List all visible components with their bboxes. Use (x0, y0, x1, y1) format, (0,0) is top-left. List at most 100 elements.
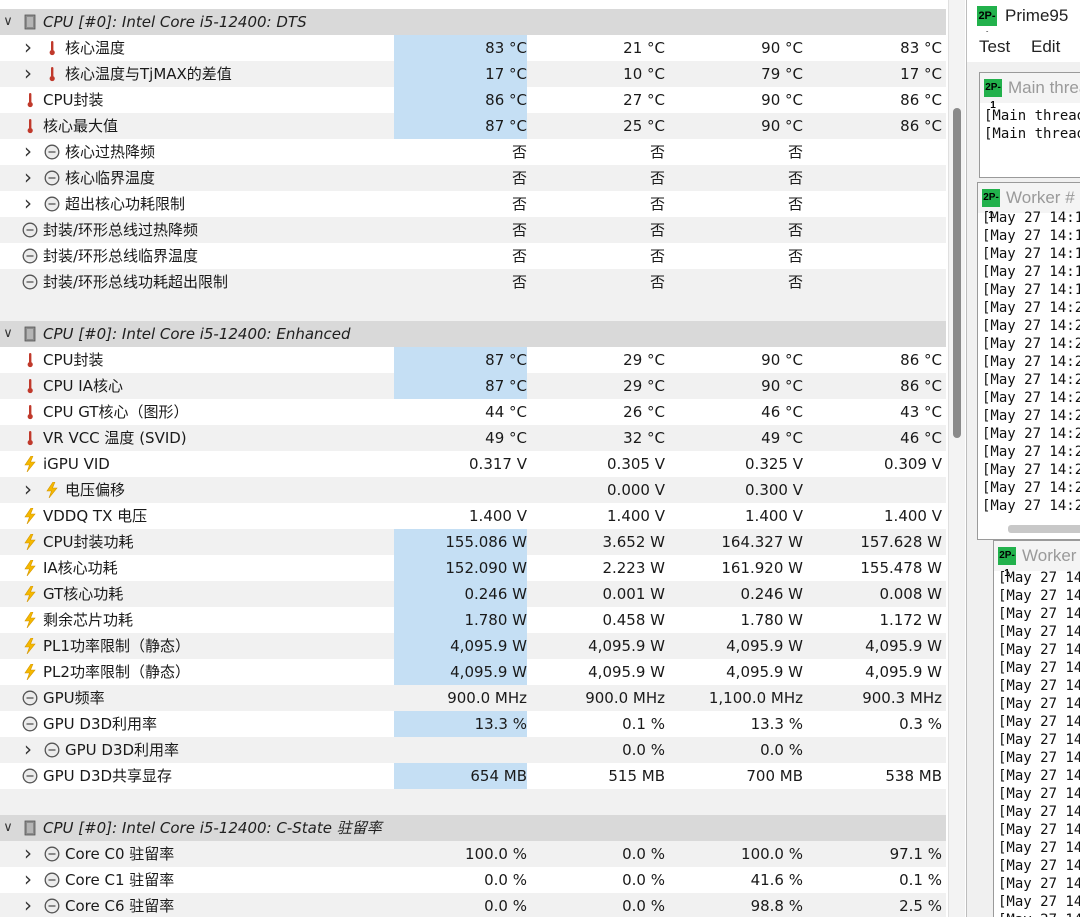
expand-chevron-icon[interactable]: › (20, 191, 36, 217)
sensor-min-value: 0.000 V (607, 481, 665, 499)
lightning-icon (22, 664, 38, 680)
sensor-row[interactable]: › 核心过热降频 否 否 否 (0, 139, 946, 165)
thermometer-icon (22, 378, 38, 394)
sensor-group-header[interactable]: ∨ CPU [#0]: Intel Core i5-12400: DTS (0, 9, 946, 35)
sensor-row[interactable]: GPU频率 900.0 MHz 900.0 MHz 1,100.0 MHz 900.3 … (0, 685, 946, 711)
clock-icon (22, 690, 38, 706)
expand-chevron-icon[interactable]: › (20, 61, 36, 87)
sensor-table-scrollbar[interactable] (948, 0, 965, 917)
sensor-row[interactable]: GPU D3D共享显存 654 MB 515 MB 700 MB 538 MB (0, 763, 946, 789)
sensor-avg-value: 83 °C (900, 39, 942, 57)
log-line: [May 27 14:2 (998, 786, 1080, 802)
sensor-row[interactable]: › 核心温度 83 °C 21 °C 90 °C 83 °C (0, 35, 946, 61)
sensor-avg-value: 86 °C (900, 377, 942, 395)
sensor-row[interactable]: GT核心功耗 0.246 W 0.001 W 0.246 W 0.008 W (0, 581, 946, 607)
sensor-row[interactable]: CPU封装 87 °C 29 °C 90 °C 86 °C (0, 347, 946, 373)
expand-chevron-icon[interactable]: › (20, 477, 36, 503)
clock-icon (22, 222, 38, 238)
prime95-titlebar: 2P-1 Prime95 (967, 0, 1080, 42)
sensor-current-value: 13.3 % (394, 711, 527, 737)
menu-edit[interactable]: Edit (1031, 32, 1060, 62)
sensor-avg-value: 97.1 % (889, 845, 942, 863)
expand-chevron-icon[interactable]: › (20, 867, 36, 893)
sensor-name: 核心温度与TjMAX的差值 (65, 65, 232, 83)
sensor-current-value: 1.780 W (394, 607, 527, 633)
log-line: [May 27 14:1 (998, 750, 1080, 766)
sensor-max-value: 1,100.0 MHz (708, 689, 803, 707)
collapse-chevron-icon[interactable]: ∨ (0, 9, 16, 35)
expand-chevron-icon[interactable]: › (20, 893, 36, 917)
worker1-hscrollbar[interactable] (1008, 525, 1080, 533)
sensor-name: 核心临界温度 (65, 169, 156, 187)
sensor-name: 电压偏移 (65, 481, 126, 499)
prime95-window-icon: 2P-1 (984, 79, 1002, 111)
sensor-row[interactable]: VDDQ TX 电压 1.400 V 1.400 V 1.400 V 1.400 V (0, 503, 946, 529)
sensor-group-title: CPU [#0]: Intel Core i5-12400: C-State 驻… (43, 819, 382, 837)
sensor-row[interactable]: › Core C6 驻留率 0.0 % 0.0 % 98.8 % 2.5 % (0, 893, 946, 917)
sensor-row[interactable]: › 电压偏移 0.000 V 0.300 V (0, 477, 946, 503)
sensor-max-value: 0.246 W (740, 585, 803, 603)
sensor-row[interactable]: › Core C0 驻留率 100.0 % 0.0 % 100.0 % 97.1 % (0, 841, 946, 867)
sensor-row[interactable]: PL1功率限制（静态） 4,095.9 W 4,095.9 W 4,095.9 W 4,… (0, 633, 946, 659)
sensor-avg-value: 2.5 % (899, 897, 942, 915)
expand-chevron-icon[interactable]: › (20, 139, 36, 165)
sensor-row[interactable]: iGPU VID 0.317 V 0.305 V 0.325 V 0.309 V (0, 451, 946, 477)
sensor-current-value: 44 °C (485, 403, 527, 421)
sensor-group-header[interactable]: ∨ CPU [#0]: Intel Core i5-12400: Enhanced (0, 321, 946, 347)
sensor-min-value: 515 MB (608, 767, 665, 785)
log-line: [May 27 14:1 (998, 678, 1080, 694)
worker2-window[interactable]: 2P-1 Worker [May 27 14:1[May 27 14:1[May… (993, 540, 1080, 917)
sensor-row[interactable]: CPU IA核心 87 °C 29 °C 90 °C 86 °C (0, 373, 946, 399)
scrollbar-thumb[interactable] (953, 108, 961, 438)
sensor-row[interactable]: VR VCC 温度 (SVID) 49 °C 32 °C 49 °C 46 °C (0, 425, 946, 451)
sensor-row[interactable]: 剩余芯片功耗 1.780 W 0.458 W 1.780 W 1.172 W (0, 607, 946, 633)
sensor-row[interactable]: CPU封装 86 °C 27 °C 90 °C 86 °C (0, 87, 946, 113)
sensor-current-value: 87 °C (394, 113, 527, 139)
sensor-current-value: 654 MB (394, 763, 527, 789)
sensor-max-value: 41.6 % (750, 871, 803, 889)
sensor-row[interactable]: GPU D3D利用率 13.3 % 0.1 % 13.3 % 0.3 % (0, 711, 946, 737)
sensor-row[interactable]: CPU GT核心（图形） 44 °C 26 °C 46 °C 43 °C (0, 399, 946, 425)
sensor-min-value: 0.001 W (602, 585, 665, 603)
lightning-icon (22, 534, 38, 550)
sensor-avg-value (808, 269, 942, 295)
sensor-row[interactable]: IA核心功耗 152.090 W 2.223 W 161.920 W 155.478 W (0, 555, 946, 581)
sensor-row[interactable]: 封装/环形总线过热降频 否 否 否 (0, 217, 946, 243)
expand-chevron-icon[interactable]: › (20, 737, 36, 763)
sensor-min-value: 900.0 MHz (585, 689, 665, 707)
lightning-icon (22, 612, 38, 628)
collapse-chevron-icon[interactable]: ∨ (0, 815, 16, 841)
sensor-row[interactable]: 封装/环形总线临界温度 否 否 否 (0, 243, 946, 269)
sensor-row[interactable]: › Core C1 驻留率 0.0 % 0.0 % 41.6 % 0.1 % (0, 867, 946, 893)
prime95-window: 2P-1 Prime95 Test Edit 2P-1 Main threa [… (966, 0, 1080, 917)
sensor-current-value: 86 °C (394, 87, 527, 113)
sensor-row[interactable]: 核心最大值 87 °C 25 °C 90 °C 86 °C (0, 113, 946, 139)
sensor-row[interactable]: 封装/环形总线功耗超出限制 否 否 否 (0, 269, 946, 295)
collapse-chevron-icon[interactable]: ∨ (0, 321, 16, 347)
worker1-window[interactable]: 2P-1 Worker # [May 27 14:17][May 27 14:1… (977, 182, 1080, 540)
menu-test[interactable]: Test (979, 32, 1010, 62)
sensor-name: 封装/环形总线过热降频 (43, 221, 199, 239)
sensor-row[interactable]: › 超出核心功耗限制 否 否 否 (0, 191, 946, 217)
sensor-avg-value (808, 139, 942, 165)
sensor-name: CPU封装功耗 (43, 533, 134, 551)
log-line: [May 27 14:21] (982, 336, 1080, 352)
expand-chevron-icon[interactable]: › (20, 35, 36, 61)
clock-icon (44, 170, 60, 186)
clock-icon (44, 872, 60, 888)
expand-chevron-icon[interactable]: › (20, 841, 36, 867)
sensor-row[interactable]: CPU封装功耗 155.086 W 3.652 W 164.327 W 157.628 … (0, 529, 946, 555)
sensor-row[interactable]: PL2功率限制（静态） 4,095.9 W 4,095.9 W 4,095.9 W 4,… (0, 659, 946, 685)
sensor-avg-value: 538 MB (885, 767, 942, 785)
sensor-row[interactable]: › 核心临界温度 否 否 否 (0, 165, 946, 191)
expand-chevron-icon[interactable]: › (20, 165, 36, 191)
clock-icon (22, 768, 38, 784)
sensor-avg-value: 17 °C (900, 65, 942, 83)
sensor-row[interactable]: › GPU D3D利用率 0.0 % 0.0 % (0, 737, 946, 763)
sensor-row[interactable]: › 核心温度与TjMAX的差值 17 °C 10 °C 79 °C 17 °C (0, 61, 946, 87)
sensor-group-header[interactable]: ∨ CPU [#0]: Intel Core i5-12400: C-State … (0, 815, 946, 841)
main-thread-log: [Main thread M [Main thread M (984, 107, 1080, 143)
sensor-name: Core C6 驻留率 (65, 897, 175, 915)
main-thread-window[interactable]: 2P-1 Main threa [Main thread M[Main thre… (979, 72, 1080, 178)
sensor-min-value: 0.0 % (622, 741, 665, 759)
